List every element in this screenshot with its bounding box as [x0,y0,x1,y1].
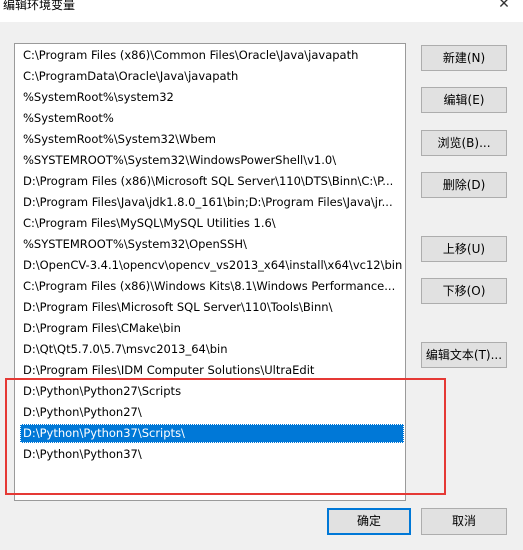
close-icon[interactable]: ✕ [489,0,519,16]
list-item[interactable]: %SystemRoot%\System32\Wbem [20,130,404,149]
list-item[interactable]: C:\Program Files (x86)\Common Files\Orac… [20,46,404,65]
list-item-selected[interactable]: D:\Python\Python37\Scripts\ [20,424,404,443]
list-item[interactable]: D:\Qt\Qt5.7.0\5.7\msvc2013_64\bin [20,340,404,359]
list-item[interactable]: D:\Program Files\Microsoft SQL Server\11… [20,298,404,317]
list-item[interactable]: D:\Python\Python27\Scripts [20,382,404,401]
list-item[interactable]: C:\Program Files (x86)\Windows Kits\8.1\… [20,277,404,296]
list-item[interactable]: %SYSTEMROOT%\System32\OpenSSH\ [20,235,404,254]
list-item[interactable]: C:\ProgramData\Oracle\Java\javapath [20,67,404,86]
list-item[interactable]: D:\Program Files\CMake\bin [20,319,404,338]
list-item[interactable]: %SystemRoot% [20,109,404,128]
edit-button[interactable]: 编辑(E) [421,87,507,113]
list-item[interactable]: %SystemRoot%\system32 [20,88,404,107]
move-up-button[interactable]: 上移(U) [421,236,507,262]
edit-text-button[interactable]: 编辑文本(T)... [421,342,507,368]
list-item[interactable]: %SYSTEMROOT%\System32\WindowsPowerShell\… [20,151,404,170]
title-bar: 编辑环境变量 ✕ [0,0,523,22]
path-listbox[interactable]: C:\Program Files (x86)\Common Files\Orac… [14,43,406,501]
list-item[interactable]: D:\Program Files\Java\jdk1.8.0_161\bin;D… [20,193,404,212]
window-title: 编辑环境变量 [3,0,76,12]
list-item[interactable]: D:\Python\Python37\ [20,445,404,464]
new-button[interactable]: 新建(N) [421,45,507,71]
move-down-button[interactable]: 下移(O) [421,278,507,304]
list-item[interactable]: D:\Python\Python27\ [20,403,404,422]
browse-button[interactable]: 浏览(B)... [421,130,507,156]
list-item[interactable]: D:\Program Files\IDM Computer Solutions\… [20,361,404,380]
delete-button[interactable]: 删除(D) [421,172,507,198]
ok-button[interactable]: 确定 [327,508,411,535]
list-item[interactable]: D:\OpenCV-3.4.1\opencv\opencv_vs2013_x64… [20,256,404,275]
list-item[interactable]: C:\Program Files\MySQL\MySQL Utilities 1… [20,214,404,233]
cancel-button[interactable]: 取消 [421,508,507,535]
list-item[interactable]: D:\Program Files (x86)\Microsoft SQL Ser… [20,172,404,191]
